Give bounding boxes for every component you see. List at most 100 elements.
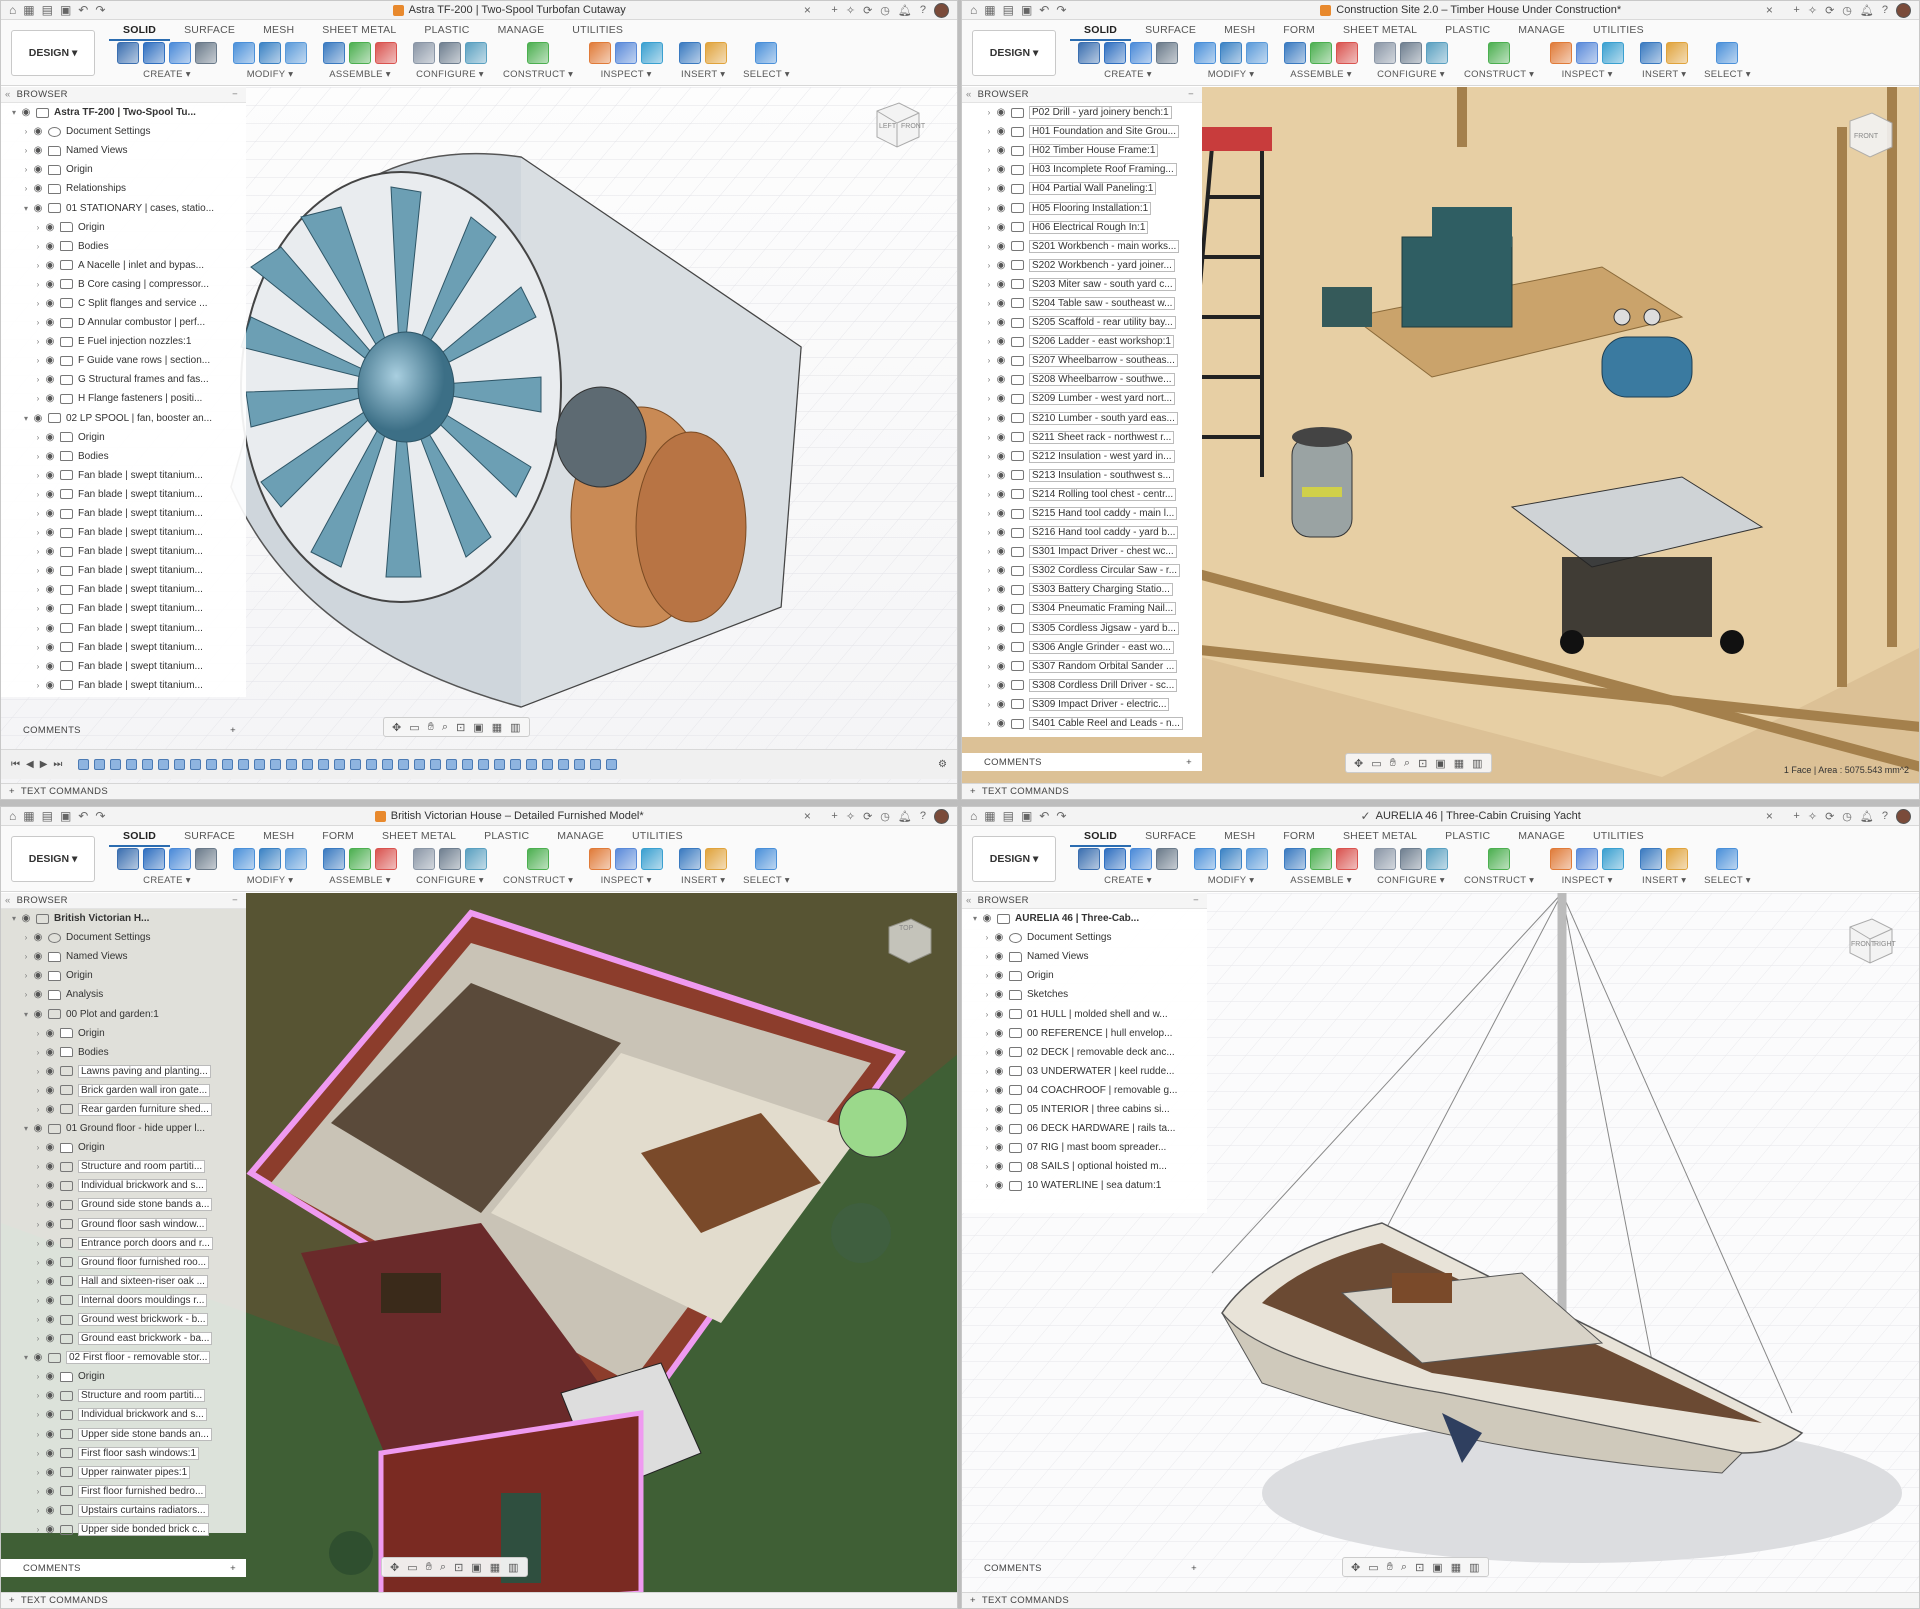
tool-3-2-icon[interactable] bbox=[1426, 848, 1448, 870]
collapse-arrow-icon[interactable]: › bbox=[33, 471, 43, 480]
visibility-eye-icon[interactable]: ◉ bbox=[31, 951, 45, 962]
collapse-arrow-icon[interactable]: › bbox=[982, 971, 992, 980]
sync-icon[interactable]: ⟳ bbox=[863, 810, 872, 823]
file-icon[interactable]: ▤ bbox=[42, 810, 53, 822]
visibility-eye-icon[interactable]: ◉ bbox=[43, 1448, 57, 1459]
collapse-arrow-icon[interactable]: › bbox=[33, 1258, 43, 1267]
expand-arrow-icon[interactable]: ▾ bbox=[21, 414, 31, 423]
collapse-arrow-icon[interactable]: › bbox=[984, 490, 994, 499]
collapse-arrow-icon[interactable]: › bbox=[982, 933, 992, 942]
tab-surface[interactable]: SURFACE bbox=[170, 828, 249, 847]
tree-row[interactable]: › ◉ H Flange fasteners | positi... bbox=[1, 389, 246, 408]
visibility-eye-icon[interactable]: ◉ bbox=[43, 584, 57, 595]
tree-row[interactable]: › ◉ S208 Wheelbarrow - southwe... bbox=[984, 370, 1202, 389]
pan-icon[interactable]: ✋︎ bbox=[426, 1561, 432, 1574]
visibility-eye-icon[interactable]: ◉ bbox=[43, 393, 57, 404]
expand-icon[interactable]: + bbox=[9, 786, 15, 797]
visibility-eye-icon[interactable]: ◉ bbox=[31, 164, 45, 175]
collapse-arrow-icon[interactable]: › bbox=[33, 242, 43, 251]
timeline-feature-icon[interactable] bbox=[446, 759, 458, 770]
close-tab-icon[interactable]: × bbox=[1759, 809, 1779, 823]
tool-5-0-icon[interactable] bbox=[589, 848, 612, 870]
visibility-eye-icon[interactable]: ◉ bbox=[43, 1486, 57, 1497]
text-commands-bar[interactable]: + TEXT COMMANDS bbox=[962, 1592, 1919, 1608]
group-label[interactable]: MODIFY ▾ bbox=[1208, 875, 1255, 886]
grid-settings-icon[interactable]: ▦ bbox=[1451, 1561, 1461, 1574]
zoom-icon[interactable]: ⌕ bbox=[440, 1561, 446, 1574]
tree-row[interactable]: › ◉ Upper side bonded brick c... bbox=[1, 1520, 246, 1539]
home-icon[interactable]: ⌂ bbox=[970, 4, 977, 16]
tree-row[interactable]: › ◉ Origin bbox=[1, 1138, 246, 1157]
canvas-viewport[interactable]: TOP «BROWSER − ▾ ◉ British Victorian H... › ◉… bbox=[1, 893, 957, 1608]
tool-4-0-icon[interactable] bbox=[1488, 42, 1511, 64]
help-icon[interactable]: ? bbox=[920, 4, 926, 16]
notifications-icon[interactable]: 🔔︎ bbox=[898, 810, 912, 823]
tab-manage[interactable]: MANAGE bbox=[1504, 828, 1579, 847]
tree-row[interactable]: › ◉ 02 DECK | removable deck anc... bbox=[962, 1043, 1207, 1062]
tree-row[interactable]: › ◉ Fan blade | swept titanium... bbox=[1, 561, 246, 580]
visibility-eye-icon[interactable]: ◉ bbox=[43, 1066, 57, 1077]
timeline-feature-icon[interactable] bbox=[222, 759, 234, 770]
collapse-arrow-icon[interactable]: › bbox=[982, 1143, 992, 1152]
tool-1-2-icon[interactable] bbox=[1246, 42, 1268, 64]
visibility-eye-icon[interactable]: ◉ bbox=[19, 913, 33, 924]
collapse-arrow-icon[interactable]: › bbox=[984, 719, 994, 728]
tool-0-3-icon[interactable] bbox=[1156, 848, 1178, 870]
tab-manage[interactable]: MANAGE bbox=[543, 828, 618, 847]
view-cube[interactable]: FRONT RIGHT bbox=[1842, 913, 1896, 967]
tree-row[interactable]: › ◉ Internal doors mouldings r... bbox=[1, 1291, 246, 1310]
tool-2-2-icon[interactable] bbox=[375, 42, 397, 64]
visibility-eye-icon[interactable]: ◉ bbox=[994, 393, 1008, 404]
save-icon[interactable]: ▣ bbox=[60, 810, 71, 822]
expand-arrow-icon[interactable]: ▾ bbox=[21, 1124, 31, 1133]
tab-solid[interactable]: SOLID bbox=[109, 828, 171, 847]
visibility-eye-icon[interactable]: ◉ bbox=[43, 1219, 57, 1230]
tree-row[interactable]: ▾ ◉ Astra TF-200 | Two-Spool Tu... bbox=[1, 103, 246, 122]
visibility-eye-icon[interactable]: ◉ bbox=[31, 1123, 45, 1134]
tree-row[interactable]: › ◉ Named Views bbox=[1, 947, 246, 966]
new-tab-icon[interactable]: + bbox=[1793, 810, 1799, 822]
close-tab-icon[interactable]: × bbox=[1759, 3, 1779, 17]
timeline-feature-icon[interactable] bbox=[366, 759, 378, 770]
tool-3-1-icon[interactable] bbox=[1400, 848, 1422, 870]
collapse-arrow-icon[interactable]: › bbox=[984, 299, 994, 308]
group-label[interactable]: INSPECT ▾ bbox=[1562, 69, 1613, 80]
collapse-arrow-icon[interactable]: › bbox=[984, 223, 994, 232]
tool-0-0-icon[interactable] bbox=[1078, 42, 1100, 64]
collapse-arrow-icon[interactable]: › bbox=[982, 1162, 992, 1171]
collapse-arrow-icon[interactable]: › bbox=[984, 643, 994, 652]
visibility-eye-icon[interactable]: ◉ bbox=[992, 1180, 1006, 1191]
expand-arrow-icon[interactable]: ▾ bbox=[970, 914, 980, 923]
group-label[interactable]: CREATE ▾ bbox=[143, 69, 191, 80]
collapse-arrow-icon[interactable]: › bbox=[984, 452, 994, 461]
tab-plastic[interactable]: PLASTIC bbox=[1431, 22, 1504, 41]
tool-3-0-icon[interactable] bbox=[1374, 42, 1396, 64]
tab-form[interactable]: FORM bbox=[1269, 828, 1329, 847]
collapse-arrow-icon[interactable]: › bbox=[21, 184, 31, 193]
collapse-arrow-icon[interactable]: › bbox=[33, 1086, 43, 1095]
visibility-eye-icon[interactable]: ◉ bbox=[992, 989, 1006, 1000]
tree-row[interactable]: › ◉ Ground floor sash window... bbox=[1, 1215, 246, 1234]
expand-icon[interactable]: + bbox=[9, 1595, 15, 1606]
visibility-eye-icon[interactable]: ◉ bbox=[994, 451, 1008, 462]
group-label[interactable]: MODIFY ▾ bbox=[247, 875, 294, 886]
tree-row[interactable]: › ◉ S303 Battery Charging Statio... bbox=[984, 580, 1202, 599]
tree-row[interactable]: › ◉ 10 WATERLINE | sea datum:1 bbox=[962, 1176, 1207, 1195]
tree-row[interactable]: › ◉ Individual brickwork and s... bbox=[1, 1405, 246, 1424]
tool-0-0-icon[interactable] bbox=[1078, 848, 1100, 870]
tree-row[interactable]: › ◉ H02 Timber House Frame:1 bbox=[984, 141, 1202, 160]
visibility-eye-icon[interactable]: ◉ bbox=[994, 222, 1008, 233]
visibility-eye-icon[interactable]: ◉ bbox=[43, 565, 57, 576]
sync-icon[interactable]: ⟳ bbox=[863, 4, 872, 17]
home-icon[interactable]: ⌂ bbox=[9, 810, 16, 822]
visibility-eye-icon[interactable]: ◉ bbox=[994, 164, 1008, 175]
tool-0-1-icon[interactable] bbox=[1104, 42, 1126, 64]
tab-sheet-metal[interactable]: SHEET METAL bbox=[1329, 828, 1431, 847]
timeline-settings-icon[interactable]: ⚙ bbox=[938, 759, 947, 770]
visibility-eye-icon[interactable]: ◉ bbox=[31, 1352, 45, 1363]
visibility-eye-icon[interactable]: ◉ bbox=[994, 642, 1008, 653]
collapse-arrow-icon[interactable]: › bbox=[984, 146, 994, 155]
visibility-eye-icon[interactable]: ◉ bbox=[43, 546, 57, 557]
timeline-feature-icon[interactable] bbox=[206, 759, 218, 770]
text-commands-bar[interactable]: + TEXT COMMANDS bbox=[1, 1592, 957, 1608]
